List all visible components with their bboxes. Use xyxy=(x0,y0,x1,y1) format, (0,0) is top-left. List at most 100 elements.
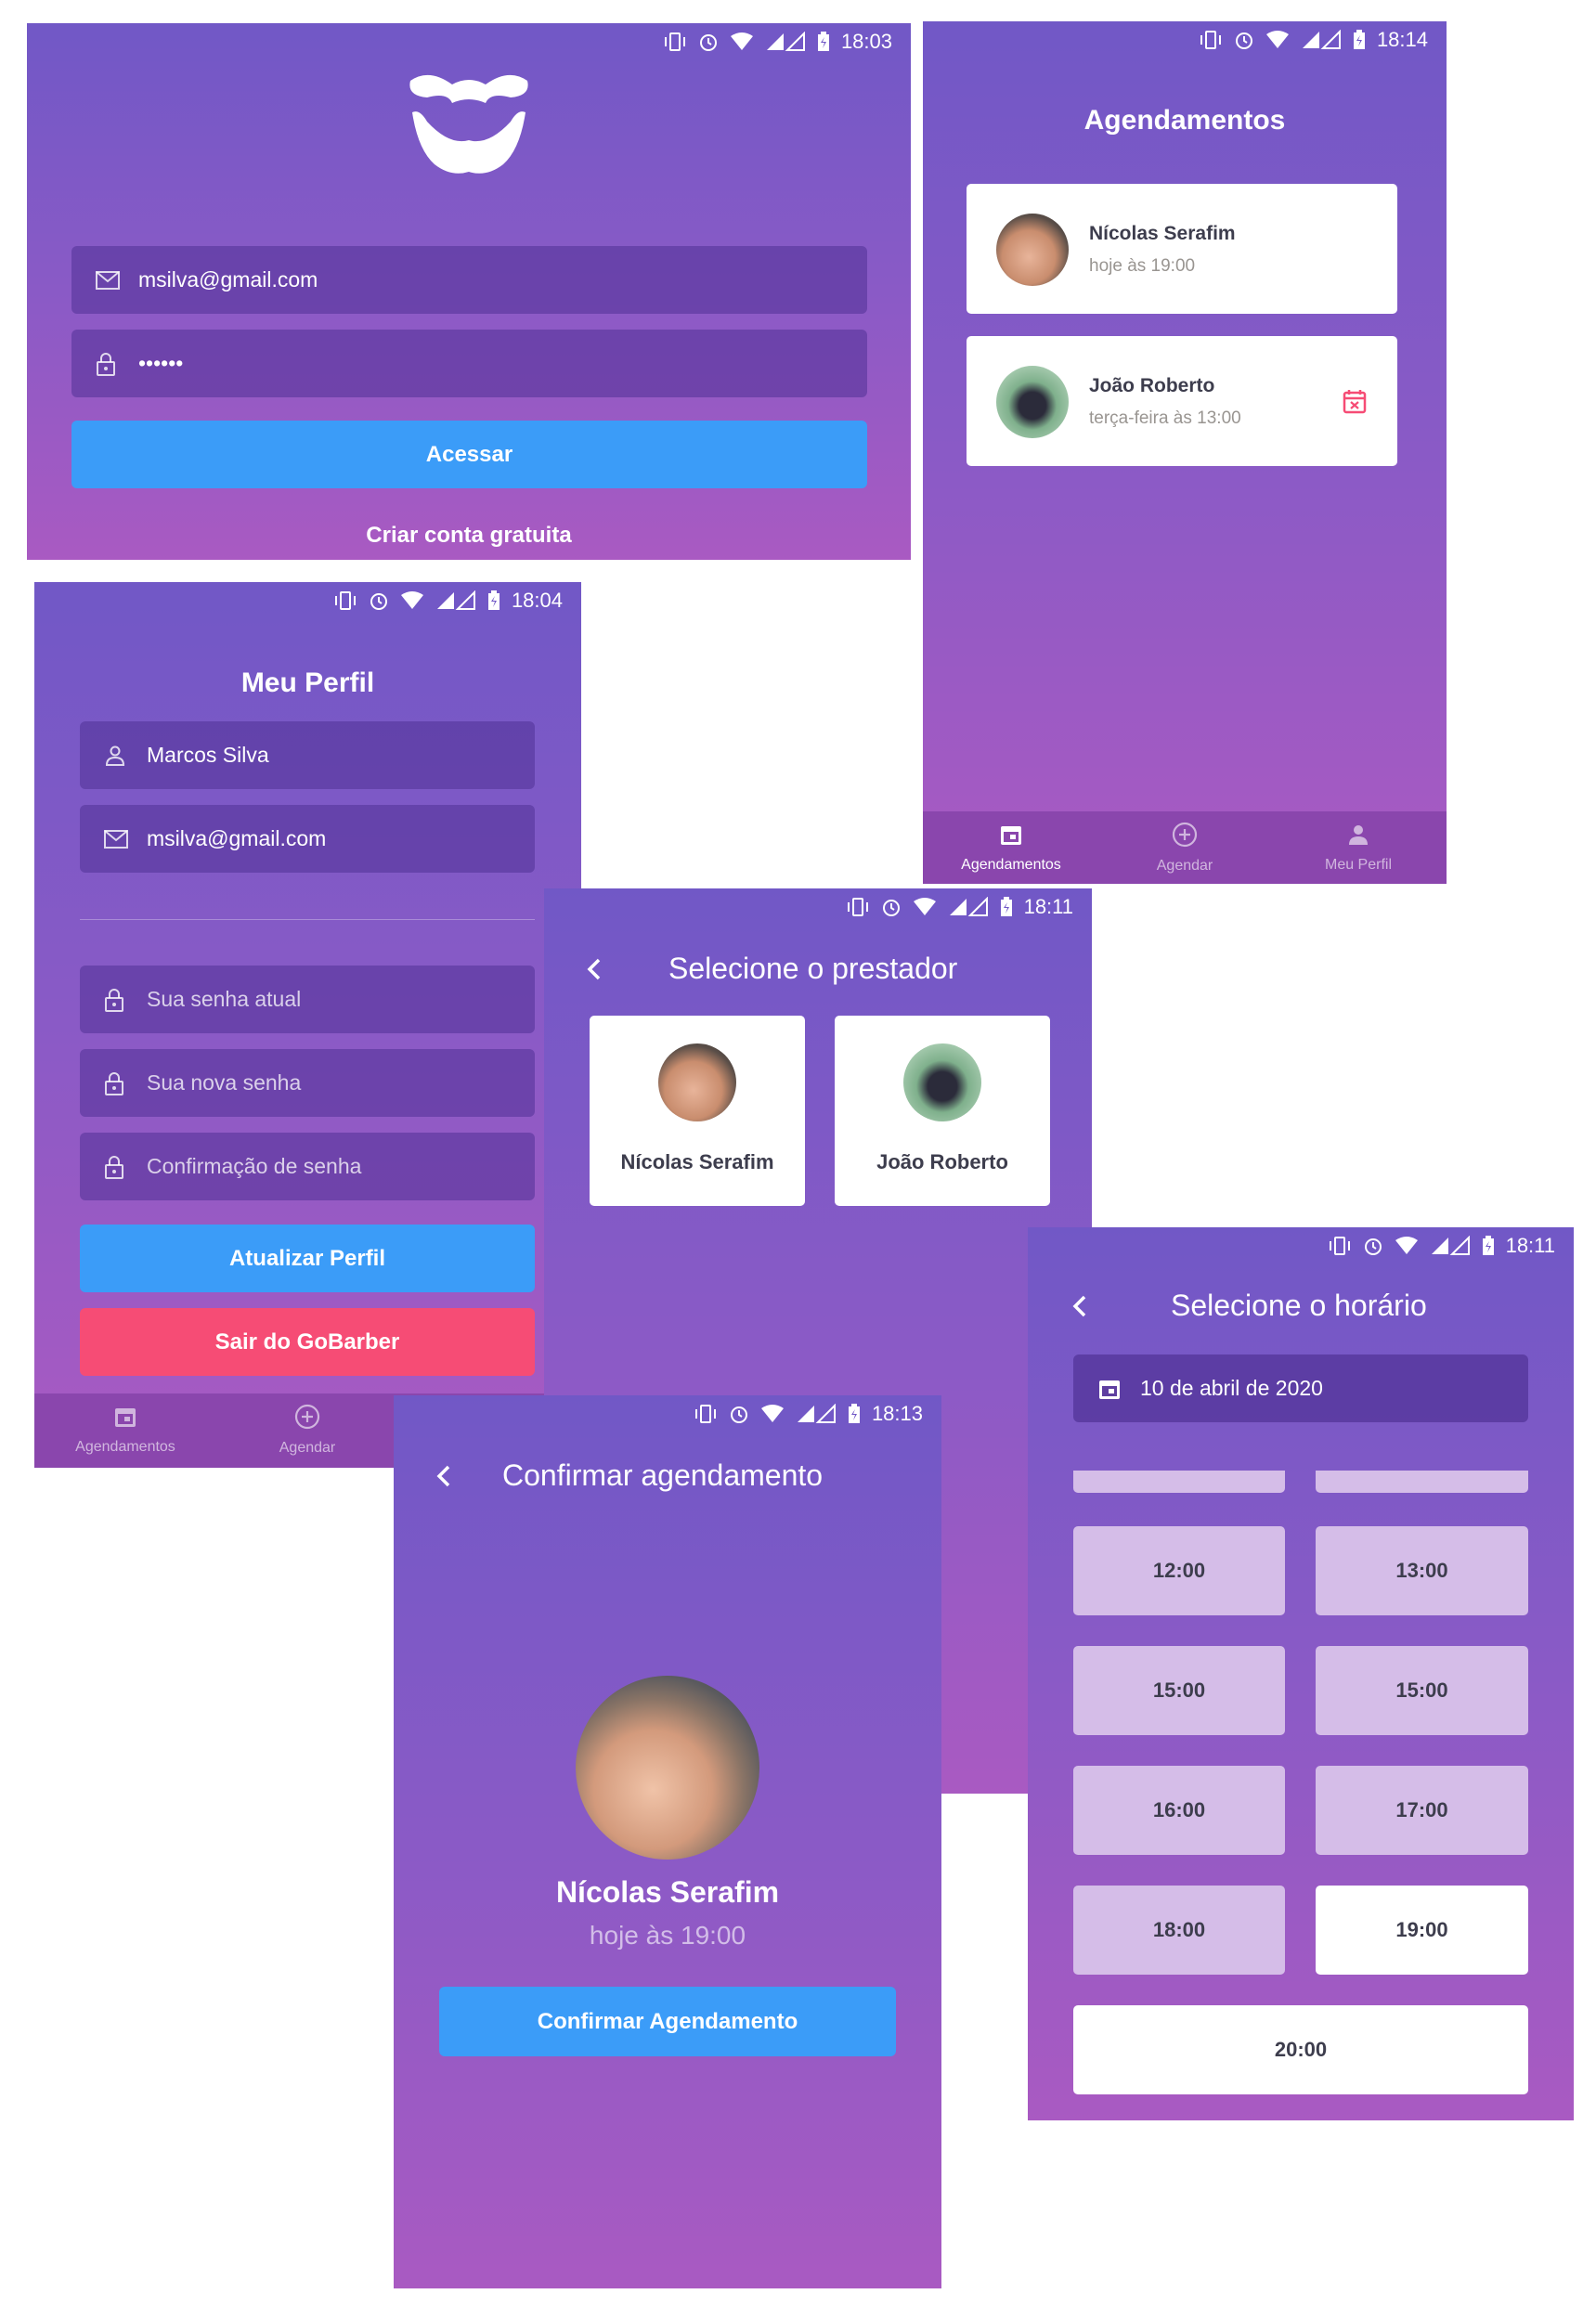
page-title: Agendamentos xyxy=(1083,105,1286,136)
status-time: 18:13 xyxy=(871,1402,923,1425)
password-field[interactable]: •••••• xyxy=(71,330,867,397)
provider-name: Nícolas Serafim xyxy=(620,1150,774,1173)
time-slot[interactable]: 16:00 xyxy=(1073,1766,1285,1855)
vibrate-icon xyxy=(694,1404,718,1424)
provider-avatar xyxy=(658,1043,736,1121)
tab-schedule[interactable]: Agendar xyxy=(1096,811,1273,884)
mail-icon xyxy=(96,268,120,292)
logout-button[interactable]: Sair do GoBarber xyxy=(80,1308,535,1376)
profile-screen: 18:04 Meu Perfil Marcos Silva msilva@gma… xyxy=(34,582,581,1468)
confirm-appointment-button[interactable]: Confirmar Agendamento xyxy=(439,1987,896,2056)
wifi-icon xyxy=(400,590,424,611)
create-account-link[interactable]: Criar conta gratuita xyxy=(27,523,911,549)
tab-label: Agendar xyxy=(279,1439,336,1456)
provider-card[interactable]: Nícolas Serafim xyxy=(590,1016,805,1206)
old-password-field[interactable]: Sua senha atual xyxy=(80,966,535,1033)
email-field[interactable]: msilva@gmail.com xyxy=(80,805,535,873)
appointment-time: hoje às 19:00 xyxy=(589,1921,746,1950)
battery-icon xyxy=(1482,1236,1495,1256)
battery-icon xyxy=(1000,897,1013,917)
select-time-screen: 18:11 Selecione o horário 10 de abril de… xyxy=(1028,1227,1574,2120)
vibrate-icon xyxy=(333,590,357,611)
status-bar: 18:14 xyxy=(1199,21,1447,58)
alarm-icon xyxy=(881,897,902,917)
time-slot[interactable]: 17:00 xyxy=(1316,1766,1528,1855)
email-value: msilva@gmail.com xyxy=(147,826,327,850)
status-time: 18:14 xyxy=(1376,28,1428,51)
name-value: Marcos Silva xyxy=(147,743,269,767)
login-button[interactable]: Acessar xyxy=(71,421,867,488)
tab-appointments[interactable]: Agendamentos xyxy=(34,1393,216,1466)
wifi-icon xyxy=(913,897,937,917)
provider-name: Nícolas Serafim xyxy=(1089,223,1236,244)
back-icon[interactable] xyxy=(1067,1292,1095,1320)
page-title: Meu Perfil xyxy=(240,667,375,698)
tab-schedule[interactable]: Agendar xyxy=(216,1393,398,1466)
status-time: 18:11 xyxy=(1505,1234,1555,1257)
alarm-icon xyxy=(729,1404,749,1424)
signal-icon xyxy=(1301,30,1342,50)
page-title: Selecione o prestador xyxy=(668,952,958,985)
signal-icon xyxy=(435,590,476,611)
signal-icon xyxy=(765,32,806,52)
divider xyxy=(80,919,535,920)
alarm-icon xyxy=(369,590,389,611)
status-bar: 18:04 xyxy=(333,582,581,619)
date-picker[interactable]: 10 de abril de 2020 xyxy=(1073,1354,1528,1422)
add-circle-icon xyxy=(1172,822,1198,852)
tab-label: Agendar xyxy=(1156,857,1213,874)
alarm-icon xyxy=(1234,30,1254,50)
appointments-screen: 18:14 Agendamentos Nícolas Serafim hoje … xyxy=(923,21,1447,884)
back-icon[interactable] xyxy=(431,1462,459,1490)
tab-bar: Agendamentos Agendar Meu Perfil xyxy=(923,811,1447,884)
new-password-placeholder: Sua nova senha xyxy=(147,1070,302,1095)
time-slot[interactable]: 13:00 xyxy=(1316,1526,1528,1615)
time-slot-selected[interactable]: 20:00 xyxy=(1073,2005,1528,2094)
provider-avatar xyxy=(996,214,1069,286)
signal-icon xyxy=(796,1404,837,1424)
confirm-password-placeholder: Confirmação de senha xyxy=(147,1154,362,1178)
time-slot[interactable]: 15:00 xyxy=(1073,1646,1285,1735)
page-title: Selecione o horário xyxy=(1171,1289,1427,1322)
cancel-appointment-icon[interactable] xyxy=(1343,388,1367,419)
name-field[interactable]: Marcos Silva xyxy=(80,721,535,789)
app-logo xyxy=(401,68,537,179)
mail-icon xyxy=(104,827,128,851)
provider-card[interactable]: João Roberto xyxy=(835,1016,1050,1206)
confirm-screen: 18:13 Confirmar agendamento Nícolas Sera… xyxy=(394,1395,941,2288)
time-slot[interactable]: 15:00 xyxy=(1316,1646,1528,1735)
tab-label: Agendamentos xyxy=(961,856,1061,873)
signal-icon xyxy=(1430,1236,1471,1256)
provider-avatar xyxy=(903,1043,981,1121)
wifi-icon xyxy=(730,32,754,52)
lock-icon xyxy=(104,988,128,1012)
slot-partial xyxy=(1073,1471,1285,1493)
confirm-password-field[interactable]: Confirmação de senha xyxy=(80,1133,535,1200)
provider-name: João Roberto xyxy=(1089,375,1215,396)
person-outline-icon xyxy=(104,744,128,768)
new-password-field[interactable]: Sua nova senha xyxy=(80,1049,535,1117)
alarm-icon xyxy=(698,32,719,52)
battery-icon xyxy=(848,1404,861,1424)
vibrate-icon xyxy=(663,32,687,52)
email-field[interactable]: msilva@gmail.com xyxy=(71,246,867,314)
update-profile-button[interactable]: Atualizar Perfil xyxy=(80,1225,535,1292)
password-value: •••••• xyxy=(138,351,184,375)
time-slot[interactable]: 12:00 xyxy=(1073,1526,1285,1615)
lock-icon xyxy=(104,1155,128,1179)
lock-icon xyxy=(104,1071,128,1095)
add-circle-icon xyxy=(294,1404,320,1434)
wifi-icon xyxy=(1395,1236,1419,1256)
back-icon[interactable] xyxy=(581,955,609,983)
battery-icon xyxy=(817,32,830,52)
tab-profile[interactable]: Meu Perfil xyxy=(1270,811,1447,884)
tab-appointments[interactable]: Agendamentos xyxy=(923,811,1099,884)
time-slot-selected[interactable]: 19:00 xyxy=(1316,1886,1528,1975)
vibrate-icon xyxy=(1199,30,1223,50)
provider-name: Nícolas Serafim xyxy=(555,1875,780,1909)
appointment-card[interactable]: João Roberto terça-feira às 13:00 xyxy=(967,336,1397,466)
appointment-card[interactable]: Nícolas Serafim hoje às 19:00 xyxy=(967,184,1397,314)
status-bar: 18:03 xyxy=(663,23,911,60)
tab-label: Agendamentos xyxy=(75,1438,175,1455)
time-slot[interactable]: 18:00 xyxy=(1073,1886,1285,1975)
